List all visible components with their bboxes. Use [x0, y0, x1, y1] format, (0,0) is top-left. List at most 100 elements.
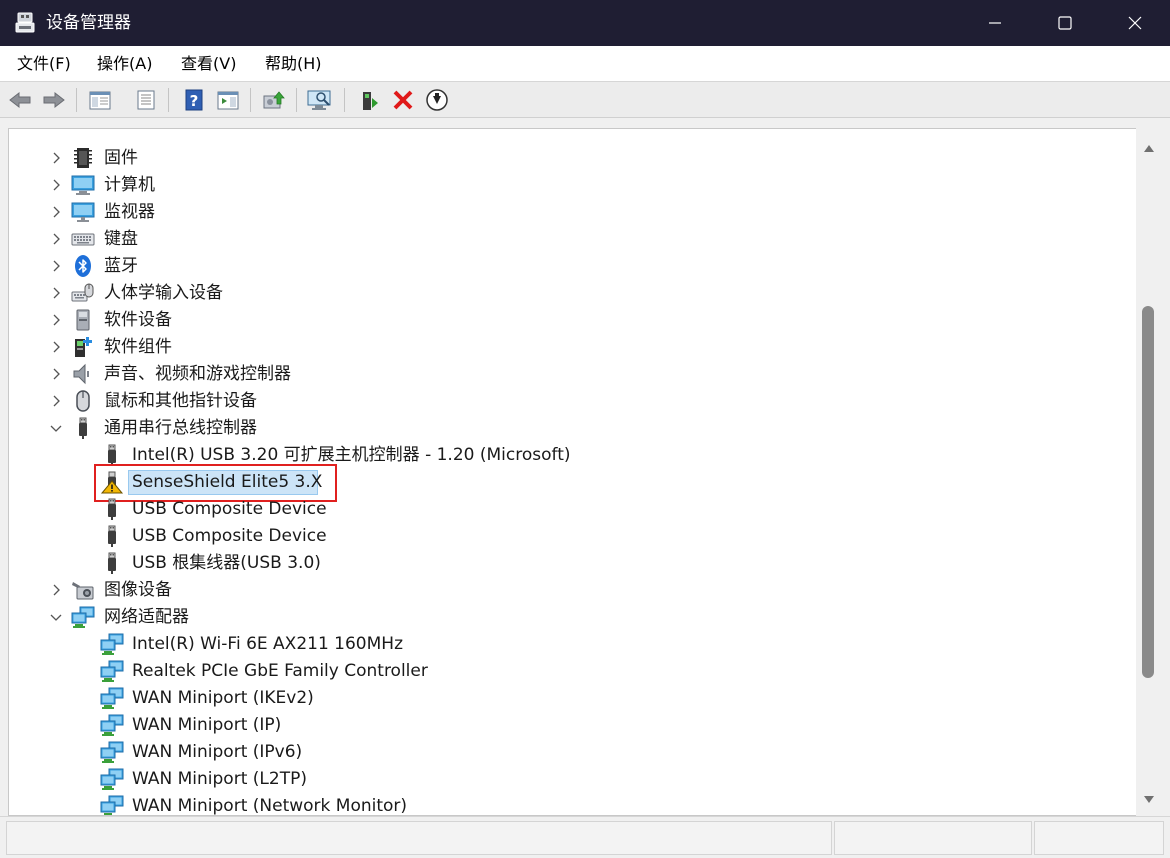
scan-hardware-changes-icon — [307, 90, 331, 110]
tree-device[interactable]: USB Composite Device — [9, 523, 1129, 550]
tree-category[interactable]: 图像设备 — [9, 577, 1129, 604]
collapse-toggle[interactable] — [49, 421, 63, 435]
action-pane-icon — [217, 91, 239, 110]
tree-device[interactable]: USB Composite Device — [9, 496, 1129, 523]
expand-toggle[interactable] — [49, 259, 63, 273]
status-cell-main — [6, 821, 832, 855]
back-button[interactable] — [6, 86, 34, 114]
chevron-right-icon — [53, 179, 60, 191]
tree-category[interactable]: 通用串行总线控制器 — [9, 415, 1129, 442]
enable-device-button[interactable] — [356, 86, 384, 114]
device-icon — [71, 308, 95, 332]
usb-icon — [108, 552, 116, 574]
uninstall-device-button[interactable] — [389, 86, 417, 114]
device-icon — [100, 524, 124, 548]
disable-device-button[interactable] — [423, 86, 451, 114]
expand-toggle[interactable] — [49, 583, 63, 597]
device-label: USB Composite Device — [132, 499, 327, 519]
tree-category[interactable]: 监视器 — [9, 199, 1129, 226]
device-icon — [71, 200, 95, 224]
window-title: 设备管理器 — [46, 13, 131, 33]
status-cell-tertiary — [1034, 821, 1164, 855]
show-hide-console-tree-button[interactable] — [86, 86, 114, 114]
help-button[interactable]: ? — [180, 86, 208, 114]
forward-button[interactable] — [40, 86, 68, 114]
expand-toggle[interactable] — [49, 286, 63, 300]
device-icon — [100, 551, 124, 575]
tree-category[interactable]: 软件组件 — [9, 334, 1129, 361]
expand-toggle[interactable] — [49, 205, 63, 219]
close-button[interactable] — [1100, 0, 1170, 46]
scroll-thumb[interactable] — [1142, 306, 1154, 678]
expand-toggle[interactable] — [49, 340, 63, 354]
update-driver-button[interactable] — [260, 86, 288, 114]
category-label: 图像设备 — [104, 580, 172, 600]
network-adapter-icon — [71, 606, 95, 628]
tree-category[interactable]: 计算机 — [9, 172, 1129, 199]
action-pane-button[interactable] — [214, 86, 242, 114]
expand-toggle[interactable] — [49, 367, 63, 381]
chevron-down-icon — [50, 425, 62, 432]
tree-category[interactable]: 鼠标和其他指针设备 — [9, 388, 1129, 415]
network-adapter-icon — [100, 795, 124, 815]
tree-category[interactable]: 蓝牙 — [9, 253, 1129, 280]
menu-help[interactable]: 帮助(H) — [263, 52, 324, 76]
expand-toggle[interactable] — [49, 151, 63, 165]
tree-device[interactable]: WAN Miniport (Network Monitor) — [9, 793, 1129, 815]
device-label: WAN Miniport (IKEv2) — [132, 688, 314, 708]
tree-device[interactable]: WAN Miniport (IPv6) — [9, 739, 1129, 766]
scroll-up-button[interactable] — [1136, 136, 1162, 160]
chevron-right-icon — [53, 260, 60, 272]
tree-device[interactable]: WAN Miniport (IP) — [9, 712, 1129, 739]
toolbar-separator — [296, 88, 297, 112]
properties-button[interactable] — [132, 86, 160, 114]
tree-device[interactable]: USB 根集线器(USB 3.0) — [9, 550, 1129, 577]
device-icon — [71, 146, 95, 170]
tree-device[interactable]: WAN Miniport (IKEv2) — [9, 685, 1129, 712]
hid-icon — [71, 283, 94, 302]
tree-device[interactable]: WAN Miniport (L2TP) — [9, 766, 1129, 793]
tree-category[interactable]: 人体学输入设备 — [9, 280, 1129, 307]
tree-device[interactable]: Realtek PCIe GbE Family Controller — [9, 658, 1129, 685]
expand-toggle[interactable] — [49, 394, 63, 408]
chevron-down-icon — [50, 614, 62, 621]
tree-category[interactable]: 固件 — [9, 145, 1129, 172]
maximize-button[interactable] — [1030, 0, 1100, 46]
toolbar-separator — [76, 88, 77, 112]
vertical-scrollbar[interactable] — [1136, 128, 1162, 816]
close-icon — [1128, 16, 1142, 30]
usb-icon — [79, 417, 87, 439]
device-icon — [71, 335, 95, 359]
minimize-button[interactable] — [960, 0, 1030, 46]
toolbar-separator — [344, 88, 345, 112]
category-label: 计算机 — [104, 175, 155, 195]
category-label: 声音、视频和游戏控制器 — [104, 364, 291, 384]
toolbar-separator — [250, 88, 251, 112]
menu-view[interactable]: 查看(V) — [179, 52, 238, 76]
expand-toggle[interactable] — [49, 232, 63, 246]
device-icon — [100, 659, 124, 683]
tree-category[interactable]: 声音、视频和游戏控制器 — [9, 361, 1129, 388]
back-icon — [9, 91, 31, 109]
menu-action[interactable]: 操作(A) — [95, 52, 154, 76]
scroll-down-button[interactable] — [1136, 788, 1162, 812]
expand-toggle[interactable] — [49, 178, 63, 192]
tree-category[interactable]: 键盘 — [9, 226, 1129, 253]
tree-category[interactable]: 软件设备 — [9, 307, 1129, 334]
device-icon — [71, 254, 95, 278]
tree-category[interactable]: 网络适配器 — [9, 604, 1129, 631]
device-label: WAN Miniport (L2TP) — [132, 769, 307, 789]
minimize-icon — [989, 22, 1001, 24]
menu-file[interactable]: 文件(F) — [15, 52, 73, 76]
expand-toggle[interactable] — [49, 313, 63, 327]
device-icon — [100, 632, 124, 656]
network-adapter-icon — [100, 660, 124, 682]
collapse-toggle[interactable] — [49, 610, 63, 624]
network-adapter-icon — [100, 768, 124, 790]
device-icon — [100, 740, 124, 764]
tree-device[interactable]: Intel(R) Wi-Fi 6E AX211 160MHz — [9, 631, 1129, 658]
scan-hardware-changes-button[interactable] — [306, 86, 334, 114]
category-label: 键盘 — [104, 229, 138, 249]
network-adapter-icon — [100, 633, 124, 655]
properties-icon — [137, 90, 155, 110]
